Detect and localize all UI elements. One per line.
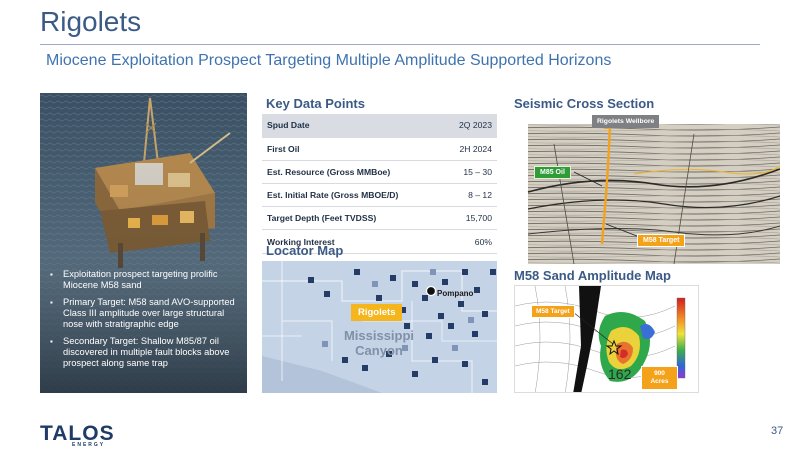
seismic-section: Rigolets Wellbore M85 Oil M58 Target bbox=[514, 114, 780, 264]
table-cell-label: First Oil bbox=[262, 137, 439, 161]
wellbore-label: Rigolets Wellbore bbox=[592, 115, 660, 128]
seismic-heading: Seismic Cross Section bbox=[514, 96, 655, 111]
bullet-item: Exploitation prospect targeting prolific… bbox=[50, 269, 240, 291]
bullet-item: Secondary Target: Shallow M85/87 oil dis… bbox=[50, 336, 240, 369]
m58-target-label: M58 Target bbox=[637, 234, 686, 247]
table-row: Est. Initial Rate (Gross MBOE/D) 8 – 12 bbox=[262, 183, 497, 208]
acres-value: 900 bbox=[654, 370, 665, 377]
acres-unit: Acres bbox=[650, 378, 669, 385]
locator-map: Mississippi Canyon Rigolets Pompano bbox=[262, 261, 497, 393]
company-logo-subtitle: ENERGY bbox=[72, 442, 106, 448]
locator-map-graphic bbox=[262, 261, 497, 393]
table-row: First Oil 2H 2024 bbox=[262, 137, 497, 161]
table-cell-value: 60% bbox=[438, 229, 497, 254]
amplitude-target-label: M58 Target bbox=[531, 305, 575, 318]
key-data-heading: Key Data Points bbox=[266, 96, 365, 111]
prospect-label: Rigolets bbox=[351, 304, 403, 321]
page-subtitle: Miocene Exploitation Prospect Targeting … bbox=[46, 52, 612, 69]
area-label-line1: Mississippi bbox=[343, 328, 415, 343]
title-divider bbox=[40, 44, 760, 45]
facility-label: Pompano bbox=[437, 289, 474, 298]
m85-oil-label: M85 Oil bbox=[534, 166, 571, 179]
locator-map-heading: Locator Map bbox=[266, 243, 344, 258]
amplitude-map: M58 Target 162 900 Acres bbox=[514, 285, 699, 393]
table-row: Target Depth (Feet TVDSS) 15,700 bbox=[262, 206, 497, 231]
table-cell-value: 15 – 30 bbox=[438, 160, 497, 185]
table-row: Est. Resource (Gross MMBoe) 15 – 30 bbox=[262, 160, 497, 185]
table-row: Spud Date 2Q 2023 bbox=[262, 114, 497, 138]
table-cell-value: 15,700 bbox=[438, 206, 497, 231]
page-number: 37 bbox=[771, 425, 784, 437]
bullet-list: Exploitation prospect targeting prolific… bbox=[50, 269, 240, 375]
platform-photo-panel: Exploitation prospect targeting prolific… bbox=[40, 93, 247, 393]
table-cell-label: Target Depth (Feet TVDSS) bbox=[262, 206, 439, 231]
table-cell-label: Est. Initial Rate (Gross MBOE/D) bbox=[262, 183, 439, 208]
page-title: Rigolets bbox=[40, 6, 142, 37]
bullet-item: Primary Target: M58 sand AVO-supported C… bbox=[50, 297, 240, 330]
acres-badge: 900 Acres bbox=[641, 366, 678, 390]
area-label: Mississippi Canyon bbox=[314, 328, 444, 358]
table-cell-label: Spud Date bbox=[262, 114, 439, 138]
area-label-line2: Canyon bbox=[355, 343, 403, 358]
table-cell-value: 2Q 2023 bbox=[438, 114, 497, 138]
block-number: 162 bbox=[608, 366, 632, 382]
table-cell-value: 2H 2024 bbox=[438, 137, 497, 161]
amplitude-map-heading: M58 Sand Amplitude Map bbox=[514, 268, 671, 283]
table-cell-label: Est. Resource (Gross MMBoe) bbox=[262, 160, 439, 185]
table-cell-value: 8 – 12 bbox=[438, 183, 497, 208]
